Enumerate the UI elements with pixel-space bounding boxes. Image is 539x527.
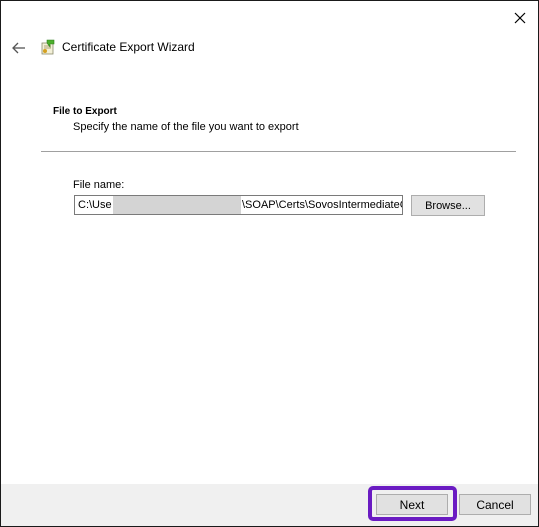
back-button[interactable]: [9, 38, 29, 58]
redacted-path-segment: [113, 196, 241, 214]
wizard-title: Certificate Export Wizard: [62, 40, 195, 54]
divider: [41, 151, 516, 152]
close-icon: [514, 12, 526, 24]
browse-button[interactable]: Browse...: [411, 195, 485, 216]
section-title: File to Export: [53, 106, 117, 117]
file-path-end: \SOAP\Certs\SovosIntermediateC: [242, 199, 403, 211]
file-path-start: C:\Use: [78, 199, 112, 211]
file-name-label: File name:: [73, 179, 125, 191]
footer-bar: [1, 484, 538, 526]
file-name-input[interactable]: C:\Use \SOAP\Certs\SovosIntermediateC: [74, 195, 403, 215]
section-subtitle: Specify the name of the file you want to…: [73, 121, 299, 133]
certificate-icon: [41, 39, 55, 55]
back-arrow-icon: [12, 42, 25, 54]
certificate-export-wizard-window: Certificate Export Wizard File to Export…: [0, 0, 539, 527]
close-button[interactable]: [507, 7, 533, 29]
next-button[interactable]: Next: [376, 494, 448, 515]
cancel-button[interactable]: Cancel: [459, 494, 531, 515]
